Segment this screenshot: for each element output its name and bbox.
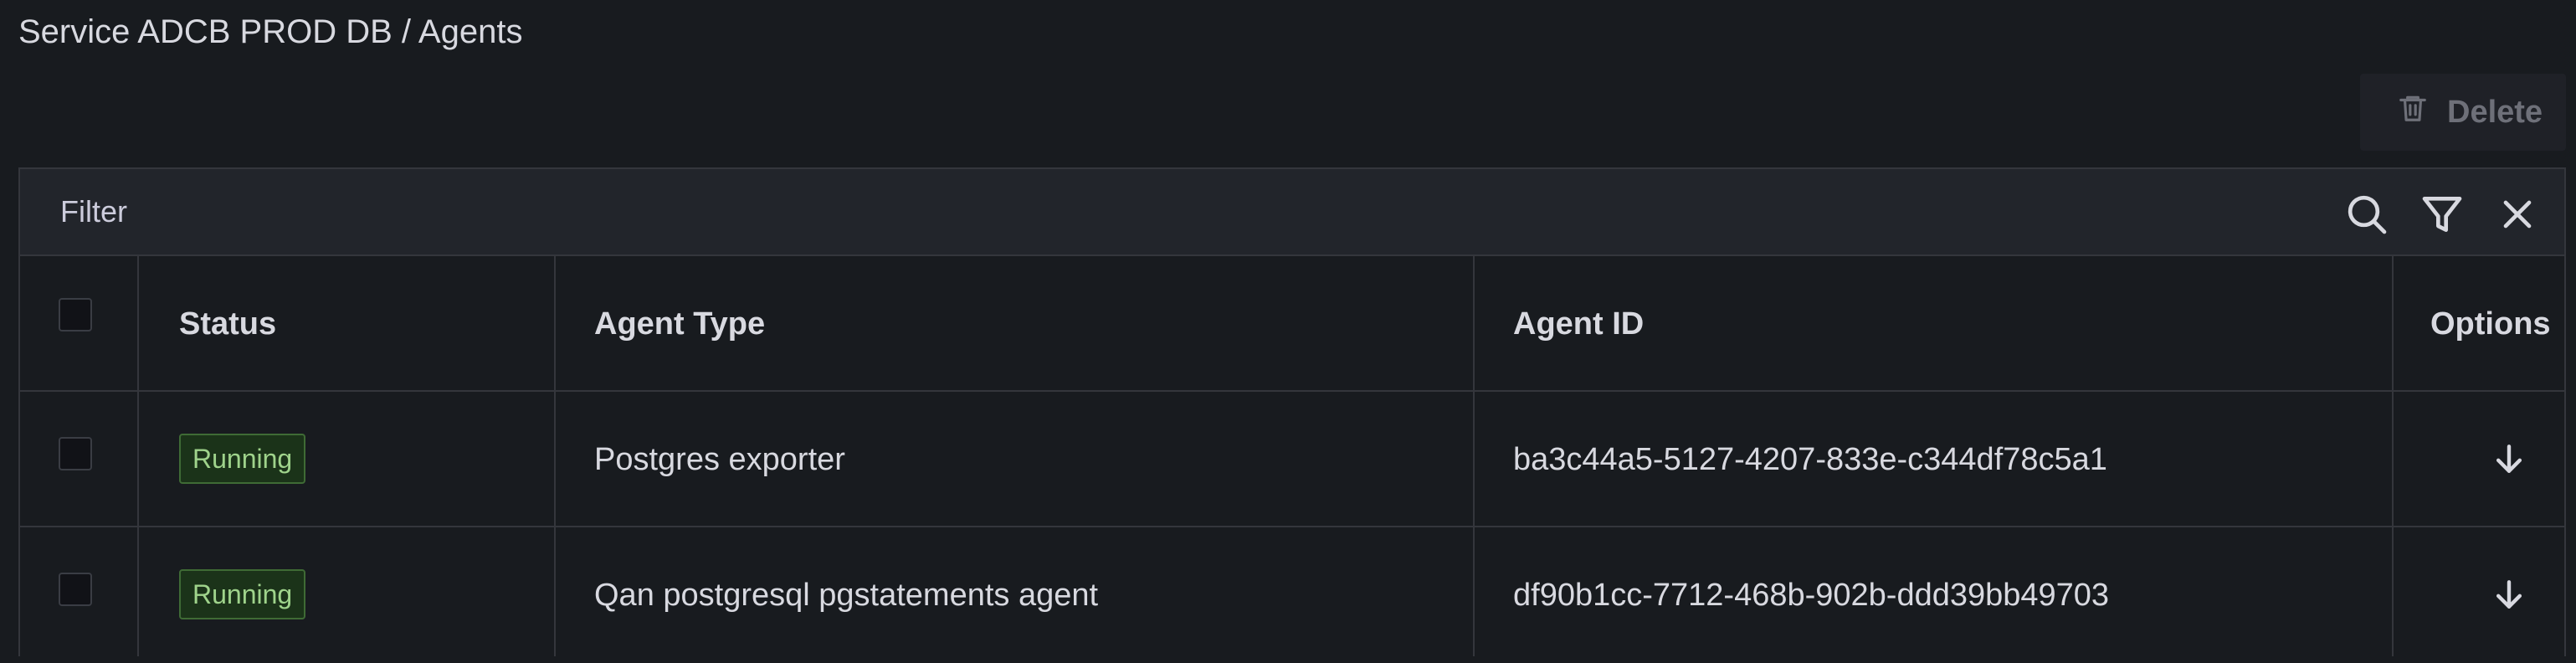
close-icon[interactable]: [2494, 191, 2541, 238]
table-row: Running Postgres exporter ba3c44a5-5127-…: [20, 392, 2564, 527]
arrow-down-icon[interactable]: [2489, 439, 2529, 479]
select-all-checkbox[interactable]: [59, 298, 92, 332]
filter-label: Filter: [60, 194, 127, 229]
delete-button[interactable]: Delete: [2360, 74, 2566, 151]
table-header-row: Status Agent Type Agent ID Options: [20, 256, 2564, 392]
filter-bar: Filter: [20, 169, 2564, 256]
row-checkbox[interactable]: [59, 573, 92, 606]
column-header-agent-id[interactable]: Agent ID: [1513, 303, 1644, 345]
status-badge: Running: [179, 569, 306, 619]
agent-type-cell: Qan postgresql pgstatements agent: [594, 578, 1099, 613]
row-checkbox[interactable]: [59, 437, 92, 470]
arrow-down-icon[interactable]: [2489, 574, 2529, 614]
agent-id-cell: ba3c44a5-5127-4207-833e-c344df78c5a1: [1513, 442, 2107, 477]
column-header-agent-type[interactable]: Agent Type: [594, 303, 765, 345]
agent-type-cell: Postgres exporter: [594, 442, 845, 477]
filter-funnel-icon[interactable]: [2419, 191, 2466, 238]
column-header-status[interactable]: Status: [179, 303, 276, 345]
status-badge: Running: [179, 434, 306, 484]
delete-button-label: Delete: [2447, 94, 2543, 130]
column-header-options: Options: [2430, 306, 2551, 342]
agents-table: Filter Status Agent Type Agent ID Option…: [18, 167, 2566, 656]
breadcrumb: Service ADCB PROD DB / Agents: [18, 13, 523, 50]
search-icon[interactable]: [2343, 191, 2390, 238]
agent-id-cell: df90b1cc-7712-468b-902b-ddd39bb49703: [1513, 578, 2110, 613]
trash-icon: [2397, 92, 2429, 132]
table-row: Running Qan postgresql pgstatements agen…: [20, 527, 2564, 663]
